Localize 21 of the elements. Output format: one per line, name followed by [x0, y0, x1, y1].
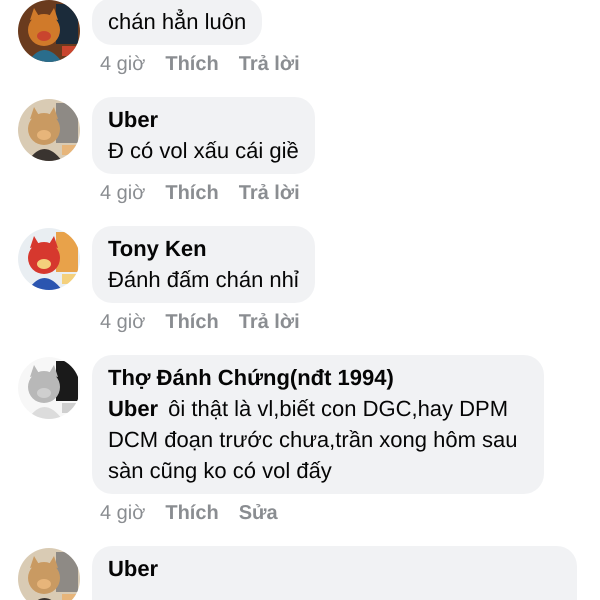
author-name[interactable]: Tony Ken [108, 234, 299, 264]
comment-text: Đánh đấm chán nhỉ [108, 266, 299, 294]
action-link[interactable]: Trả lời [238, 180, 300, 206]
timestamp: 4 giờ [100, 181, 146, 206]
action-link[interactable]: Thích [165, 51, 219, 77]
author-name[interactable]: Uber [108, 105, 299, 135]
action-link[interactable]: Thích [165, 309, 219, 335]
action-link[interactable]: Trả lời [238, 309, 300, 335]
action-link[interactable]: Thích [165, 180, 219, 206]
timestamp: 4 giờ [100, 501, 146, 526]
comment-text: chán hẳn luôn [108, 8, 246, 36]
action-link[interactable]: Thích [165, 500, 219, 526]
mention-link[interactable]: Uber [108, 396, 158, 421]
author-name[interactable]: Thợ Đánh Chứng(nđt 1994) [108, 363, 528, 393]
comment-text: Uber ôi thật là vl,biết con DGC,hay DPM DCM đoạn trước chưa,trần xong hôm sau sàn cũng ko có vol đấy [108, 395, 519, 485]
action-link[interactable]: Trả lời [238, 51, 300, 77]
timestamp: 4 giờ [100, 52, 146, 77]
author-name[interactable]: Uber [108, 554, 561, 584]
timestamp: 4 giờ [100, 310, 146, 335]
action-link[interactable]: Sửa [238, 500, 278, 526]
comment-text: Đ có vol xấu cái giề [108, 137, 299, 165]
